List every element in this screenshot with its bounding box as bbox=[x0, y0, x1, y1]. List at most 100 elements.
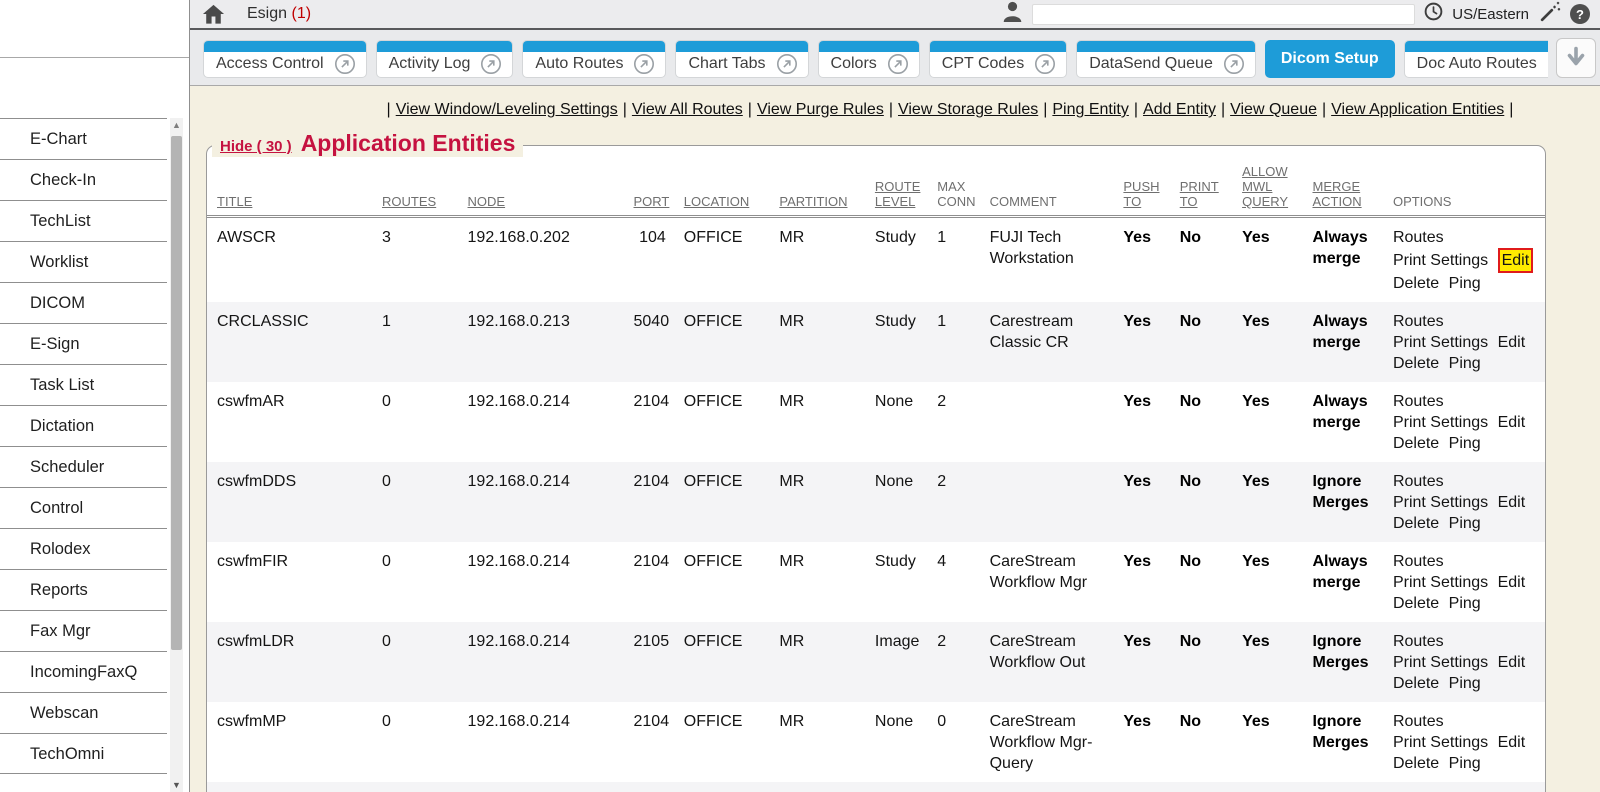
scrollbar-thumb[interactable] bbox=[171, 136, 182, 650]
popout-arrow-icon[interactable] bbox=[633, 53, 655, 75]
option-link-print-settings[interactable]: Print Settings bbox=[1393, 332, 1488, 353]
action-link-view-window-leveling-settings[interactable]: View Window/Leveling Settings bbox=[396, 101, 618, 118]
sidebar-item-scheduler[interactable]: Scheduler bbox=[0, 446, 167, 487]
option-link-routes[interactable]: Routes bbox=[1393, 631, 1444, 652]
option-link-edit-highlighted[interactable]: Edit bbox=[1498, 248, 1534, 273]
option-link-delete[interactable]: Delete bbox=[1393, 513, 1439, 534]
option-link-routes[interactable]: Routes bbox=[1393, 711, 1444, 732]
option-link-edit[interactable]: Edit bbox=[1498, 492, 1526, 513]
option-link-print-settings[interactable]: Print Settings bbox=[1393, 412, 1488, 433]
option-link-edit[interactable]: Edit bbox=[1498, 572, 1526, 593]
breadcrumb-title[interactable]: Esign bbox=[247, 5, 287, 22]
column-header-route-level[interactable]: ROUTE LEVEL bbox=[871, 148, 933, 217]
action-link-view-purge-rules[interactable]: View Purge Rules bbox=[757, 101, 884, 118]
sidebar-item-reports[interactable]: Reports bbox=[0, 569, 167, 610]
sidebar-item-techlist[interactable]: TechList bbox=[0, 200, 167, 241]
tab-chart-tabs[interactable]: Chart Tabs bbox=[675, 40, 808, 78]
hide-link[interactable]: Hide ( 30 ) bbox=[220, 138, 292, 155]
popout-arrow-icon[interactable] bbox=[1547, 53, 1548, 75]
magic-wand-icon[interactable] bbox=[1538, 1, 1561, 28]
column-header-location[interactable]: LOCATION bbox=[680, 148, 776, 217]
option-link-routes[interactable]: Routes bbox=[1393, 311, 1444, 332]
sidebar-item-e-chart[interactable]: E-Chart bbox=[0, 118, 167, 159]
sidebar-item-webscan[interactable]: Webscan bbox=[0, 692, 167, 733]
option-link-routes[interactable]: Routes bbox=[1393, 391, 1444, 412]
tab-auto-routes[interactable]: Auto Routes bbox=[522, 40, 666, 78]
option-link-print-settings[interactable]: Print Settings bbox=[1393, 492, 1488, 513]
option-link-edit[interactable]: Edit bbox=[1498, 732, 1526, 753]
option-link-print-settings[interactable]: Print Settings bbox=[1393, 250, 1488, 271]
option-link-ping[interactable]: Ping bbox=[1449, 353, 1481, 374]
option-link-delete[interactable]: Delete bbox=[1393, 433, 1439, 454]
option-link-routes[interactable]: Routes bbox=[1393, 471, 1444, 492]
popout-arrow-icon[interactable] bbox=[1034, 53, 1056, 75]
column-header-allow-mwl-query[interactable]: ALLOW MWL QUERY bbox=[1238, 148, 1308, 217]
column-header-push-to[interactable]: PUSH TO bbox=[1119, 148, 1175, 217]
sidebar-item-techomni[interactable]: TechOmni bbox=[0, 733, 167, 774]
tab-colors[interactable]: Colors bbox=[818, 40, 920, 78]
action-link-view-queue[interactable]: View Queue bbox=[1230, 101, 1317, 118]
search-input[interactable] bbox=[1032, 4, 1415, 25]
option-link-print-settings[interactable]: Print Settings bbox=[1393, 652, 1488, 673]
user-icon[interactable] bbox=[1002, 0, 1023, 28]
popout-arrow-icon[interactable] bbox=[334, 53, 356, 75]
sidebar-item-e-sign[interactable]: E-Sign bbox=[0, 323, 167, 364]
option-link-print-settings[interactable]: Print Settings bbox=[1393, 732, 1488, 753]
option-link-edit[interactable]: Edit bbox=[1498, 332, 1526, 353]
sidebar-item-rolodex[interactable]: Rolodex bbox=[0, 528, 167, 569]
option-link-delete[interactable]: Delete bbox=[1393, 593, 1439, 614]
option-link-edit[interactable]: Edit bbox=[1498, 652, 1526, 673]
option-link-ping[interactable]: Ping bbox=[1449, 513, 1481, 534]
clock-icon[interactable] bbox=[1424, 2, 1443, 26]
option-link-delete[interactable]: Delete bbox=[1393, 273, 1439, 294]
sidebar-item-control[interactable]: Control bbox=[0, 487, 167, 528]
option-link-ping[interactable]: Ping bbox=[1449, 673, 1481, 694]
option-link-print-settings[interactable]: Print Settings bbox=[1393, 572, 1488, 593]
column-header-routes[interactable]: ROUTES bbox=[378, 148, 464, 217]
column-header-partition[interactable]: PARTITION bbox=[775, 148, 871, 217]
option-link-edit[interactable]: Edit bbox=[1498, 412, 1526, 433]
column-header-node[interactable]: NODE bbox=[464, 148, 630, 217]
option-link-routes[interactable]: Routes bbox=[1393, 551, 1444, 572]
scroll-down-arrow-icon[interactable]: ▼ bbox=[170, 780, 183, 790]
option-link-ping[interactable]: Ping bbox=[1449, 593, 1481, 614]
action-link-add-entity[interactable]: Add Entity bbox=[1143, 101, 1216, 118]
column-header-title[interactable]: TITLE bbox=[207, 148, 378, 217]
action-link-view-storage-rules[interactable]: View Storage Rules bbox=[898, 101, 1038, 118]
column-header-merge-action[interactable]: MERGE ACTION bbox=[1308, 148, 1388, 217]
popout-arrow-icon[interactable] bbox=[776, 53, 798, 75]
option-link-routes[interactable]: Routes bbox=[1393, 227, 1444, 248]
tab-access-control[interactable]: Access Control bbox=[203, 40, 367, 78]
column-header-print-to[interactable]: PRINT TO bbox=[1176, 148, 1238, 217]
tab-datasend-queue[interactable]: DataSend Queue bbox=[1076, 40, 1256, 78]
option-link-ping[interactable]: Ping bbox=[1449, 753, 1481, 774]
option-link-delete[interactable]: Delete bbox=[1393, 673, 1439, 694]
option-link-delete[interactable]: Delete bbox=[1393, 353, 1439, 374]
tab-dicom-setup[interactable]: Dicom Setup bbox=[1265, 40, 1395, 78]
tab-doc-auto-routes[interactable]: Doc Auto Routes bbox=[1404, 40, 1548, 78]
popout-arrow-icon[interactable] bbox=[1223, 53, 1245, 75]
option-link-ping[interactable]: Ping bbox=[1449, 273, 1481, 294]
sidebar-item-dictation[interactable]: Dictation bbox=[0, 405, 167, 446]
tab-overflow-button[interactable] bbox=[1556, 38, 1596, 78]
sidebar-item-fax-mgr[interactable]: Fax Mgr bbox=[0, 610, 167, 651]
sidebar-item-check-in[interactable]: Check-In bbox=[0, 159, 167, 200]
tab-activity-log[interactable]: Activity Log bbox=[376, 40, 514, 78]
action-link-ping-entity[interactable]: Ping Entity bbox=[1052, 101, 1128, 118]
help-icon[interactable]: ? bbox=[1570, 4, 1590, 24]
sidebar-item-worklist[interactable]: Worklist bbox=[0, 241, 167, 282]
popout-arrow-icon[interactable] bbox=[887, 53, 909, 75]
sidebar-item-dicom[interactable]: DICOM bbox=[0, 282, 167, 323]
sidebar-scrollbar[interactable]: ▲ ▼ bbox=[170, 118, 183, 792]
option-link-delete[interactable]: Delete bbox=[1393, 753, 1439, 774]
option-link-ping[interactable]: Ping bbox=[1449, 433, 1481, 454]
sidebar-item-incomingfaxq[interactable]: IncomingFaxQ bbox=[0, 651, 167, 692]
scroll-up-arrow-icon[interactable]: ▲ bbox=[170, 120, 183, 130]
column-header-port[interactable]: PORT bbox=[630, 148, 680, 217]
home-icon[interactable] bbox=[202, 3, 225, 25]
action-link-view-all-routes[interactable]: View All Routes bbox=[632, 101, 743, 118]
popout-arrow-icon[interactable] bbox=[480, 53, 502, 75]
action-link-view-application-entities[interactable]: View Application Entities bbox=[1331, 101, 1504, 118]
tab-cpt-codes[interactable]: CPT Codes bbox=[929, 40, 1067, 78]
sidebar-item-task-list[interactable]: Task List bbox=[0, 364, 167, 405]
